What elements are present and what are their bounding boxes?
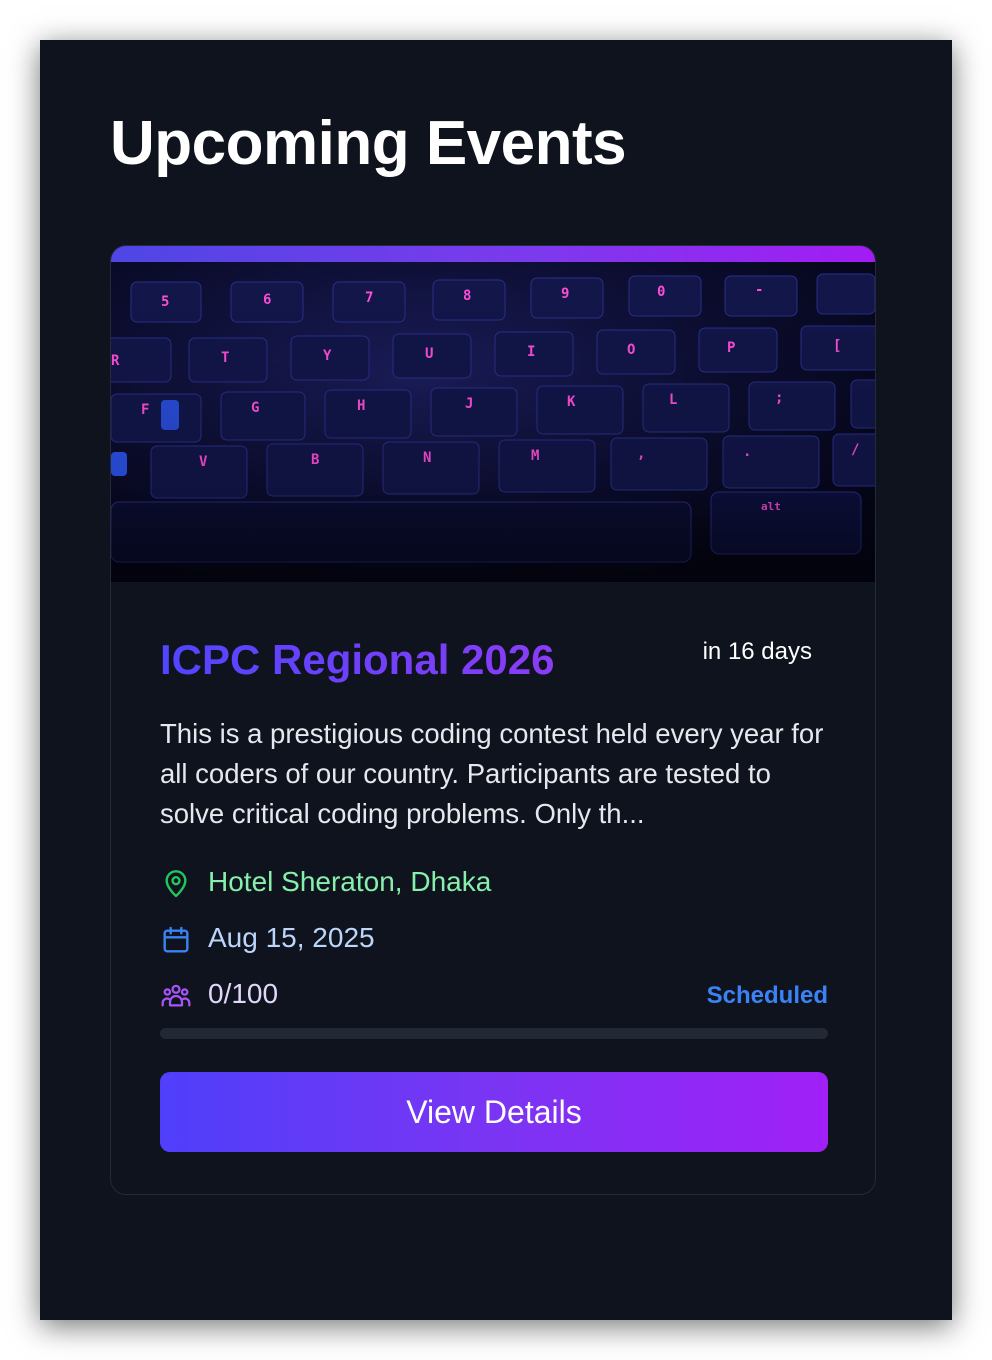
event-image: 5 6 7 8 9 0 - R T Y U I O P [ F G	[111, 262, 875, 582]
countdown-label: in 16 days	[702, 638, 812, 665]
users-icon	[160, 980, 192, 1012]
event-location-row: Hotel Sheraton, Dhaka	[160, 864, 828, 904]
event-date: Aug 15, 2025	[208, 922, 375, 953]
view-details-button[interactable]: View Details	[160, 1072, 828, 1152]
event-location: Hotel Sheraton, Dhaka	[208, 866, 492, 897]
event-description: This is a prestigious coding contest hel…	[160, 718, 824, 829]
card-accent-bar	[111, 246, 875, 262]
capacity-progress-bar	[160, 1028, 828, 1039]
event-capacity: 0/100	[208, 978, 279, 1009]
page-title: Upcoming Events	[110, 109, 627, 178]
map-pin-icon	[160, 868, 192, 900]
event-date-row: Aug 15, 2025	[160, 920, 828, 960]
event-card[interactable]: 5 6 7 8 9 0 - R T Y U I O P [ F G	[110, 245, 876, 1195]
status-badge: Scheduled	[706, 982, 828, 1009]
calendar-icon	[160, 924, 192, 956]
app-window: Upcoming Events ICPC Regional 2026 in 16…	[40, 40, 952, 1320]
event-capacity-row: 0/100 Scheduled	[160, 976, 828, 1016]
event-title-row: ICPC Regional 2026 in 16 days	[160, 630, 812, 690]
event-title: ICPC Regional 2026	[160, 636, 555, 683]
